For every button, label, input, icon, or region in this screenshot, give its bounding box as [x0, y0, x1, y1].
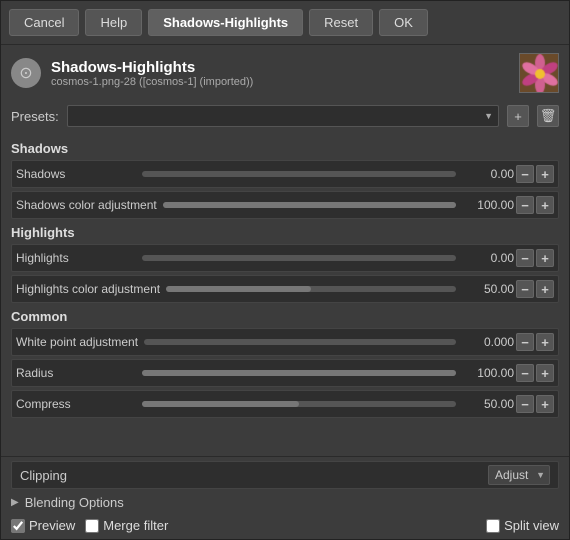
split-view-wrap[interactable]: Split view [486, 518, 559, 533]
presets-add-button[interactable]: + [507, 105, 529, 127]
white-point-track[interactable] [144, 339, 456, 345]
highlights-color-value: 50.00 [462, 282, 514, 296]
shadows-label: Shadows [16, 167, 136, 181]
presets-row: Presets: + 🗑 [1, 101, 569, 131]
toolbar: Cancel Help Shadows-Highlights Reset OK [1, 1, 569, 45]
radius-label: Radius [16, 366, 136, 380]
reset-button[interactable]: Reset [309, 9, 373, 36]
radius-track[interactable] [142, 370, 456, 376]
shadows-color-minus-button[interactable]: − [516, 196, 534, 214]
compress-minus-button[interactable]: − [516, 395, 534, 413]
highlights-color-slider-row: Highlights color adjustment 50.00 − + [11, 275, 559, 303]
shadows-color-value: 100.00 [462, 198, 514, 212]
clipping-select-container: Adjust None Clip [488, 465, 550, 485]
dialog: Cancel Help Shadows-Highlights Reset OK … [0, 0, 570, 540]
shadows-slider-row: Shadows 0.00 − + [11, 160, 559, 188]
blending-options-label: Blending Options [25, 495, 124, 510]
preview-checkbox[interactable] [11, 519, 25, 533]
highlights-color-plus-button[interactable]: + [536, 280, 554, 298]
preview-wrap[interactable]: Preview [11, 518, 75, 533]
shadows-track[interactable] [142, 171, 456, 177]
shadows-minus-button[interactable]: − [516, 165, 534, 183]
radius-slider-row: Radius 100.00 − + [11, 359, 559, 387]
merge-filter-wrap[interactable]: Merge filter [85, 518, 168, 533]
shadows-value: 0.00 [462, 167, 514, 181]
compress-value: 50.00 [462, 397, 514, 411]
effect-title: Shadows-Highlights [51, 59, 509, 76]
highlights-slider-row: Highlights 0.00 − + [11, 244, 559, 272]
highlights-track[interactable] [142, 255, 456, 261]
radius-plus-button[interactable]: + [536, 364, 554, 382]
white-point-plus-button[interactable]: + [536, 333, 554, 351]
compress-plus-button[interactable]: + [536, 395, 554, 413]
main-content: Shadows Shadows 0.00 − + Shadows color a… [1, 131, 569, 456]
presets-label: Presets: [11, 109, 59, 124]
footer-row: Preview Merge filter Split view [11, 514, 559, 535]
preview-label[interactable]: Preview [29, 518, 75, 533]
shadows-color-track[interactable] [163, 202, 456, 208]
split-view-checkbox[interactable] [486, 519, 500, 533]
white-point-minus-button[interactable]: − [516, 333, 534, 351]
shadows-color-plus-button[interactable]: + [536, 196, 554, 214]
header-row: ⊙ Shadows-Highlights cosmos-1.png-28 ([c… [1, 45, 569, 101]
compress-fill [142, 401, 299, 407]
ok-button[interactable]: OK [379, 9, 428, 36]
presets-remove-button[interactable]: 🗑 [537, 105, 559, 127]
highlights-plus-button[interactable]: + [536, 249, 554, 267]
highlights-color-track[interactable] [166, 286, 456, 292]
compress-track[interactable] [142, 401, 456, 407]
common-section-label: Common [11, 309, 559, 324]
image-thumbnail [519, 53, 559, 93]
blending-arrow-icon: ▶ [11, 497, 19, 508]
effect-subtitle: cosmos-1.png-28 ([cosmos-1] (imported)) [51, 76, 509, 88]
cancel-button[interactable]: Cancel [9, 9, 79, 36]
title-button: Shadows-Highlights [148, 9, 303, 36]
highlights-minus-button[interactable]: − [516, 249, 534, 267]
highlights-value: 0.00 [462, 251, 514, 265]
highlights-section-label: Highlights [11, 225, 559, 240]
compress-label: Compress [16, 397, 136, 411]
clipping-row: Clipping Adjust None Clip [11, 461, 559, 489]
bottom-area: Clipping Adjust None Clip ▶ Blending Opt… [1, 456, 569, 539]
shadows-color-slider-row: Shadows color adjustment 100.00 − + [11, 191, 559, 219]
shadows-plus-button[interactable]: + [536, 165, 554, 183]
split-view-label[interactable]: Split view [504, 518, 559, 533]
effect-icon: ⊙ [11, 58, 41, 88]
header-text: Shadows-Highlights cosmos-1.png-28 ([cos… [51, 59, 509, 88]
presets-select[interactable] [67, 105, 499, 127]
radius-minus-button[interactable]: − [516, 364, 534, 382]
radius-fill [142, 370, 456, 376]
highlights-color-fill [166, 286, 311, 292]
highlights-color-minus-button[interactable]: − [516, 280, 534, 298]
white-point-value: 0.000 [462, 335, 514, 349]
white-point-slider-row: White point adjustment 0.000 − + [11, 328, 559, 356]
radius-value: 100.00 [462, 366, 514, 380]
shadows-color-fill [163, 202, 456, 208]
clipping-select[interactable]: Adjust None Clip [488, 465, 550, 485]
shadows-section-label: Shadows [11, 141, 559, 156]
merge-filter-label[interactable]: Merge filter [103, 518, 168, 533]
clipping-label: Clipping [20, 468, 67, 483]
compress-slider-row: Compress 50.00 − + [11, 390, 559, 418]
blending-row[interactable]: ▶ Blending Options [11, 493, 559, 512]
white-point-label: White point adjustment [16, 335, 138, 349]
help-button[interactable]: Help [85, 9, 142, 36]
presets-select-wrap [67, 105, 499, 127]
shadows-color-label: Shadows color adjustment [16, 198, 157, 212]
highlights-label: Highlights [16, 251, 136, 265]
highlights-color-label: Highlights color adjustment [16, 282, 160, 296]
merge-filter-checkbox[interactable] [85, 519, 99, 533]
